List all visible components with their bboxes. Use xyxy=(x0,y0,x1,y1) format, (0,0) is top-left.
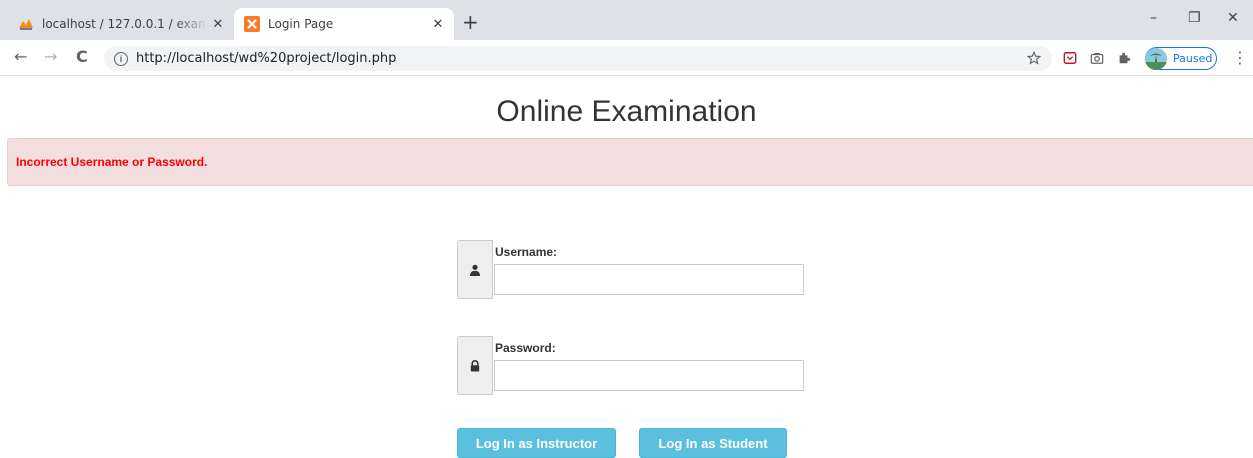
password-label: Password: xyxy=(495,341,556,355)
info-icon[interactable]: i xyxy=(114,51,128,66)
browser-toolbar: ← → C i http://localhost/wd%20project/lo… xyxy=(0,40,1253,76)
browser-tab-bar: localhost / 127.0.0.1 / examination ✕ Lo… xyxy=(0,0,1253,40)
forward-button[interactable]: → xyxy=(44,49,57,65)
restore-button[interactable]: ❐ xyxy=(1188,10,1201,26)
new-tab-button[interactable]: + xyxy=(462,12,479,32)
profile-status: Paused xyxy=(1173,52,1213,65)
profile-button[interactable]: Paused xyxy=(1145,47,1217,70)
lock-icon xyxy=(470,359,480,371)
camera-icon[interactable] xyxy=(1090,51,1104,65)
alert-message: Incorrect Username or Password. xyxy=(16,155,208,169)
tab-title: localhost / 127.0.0.1 / examination xyxy=(42,17,208,31)
extensions-icon[interactable] xyxy=(1117,51,1131,65)
tab-login-page[interactable]: Login Page ✕ xyxy=(234,8,454,40)
window-close-button[interactable]: ✕ xyxy=(1227,10,1239,26)
login-student-button[interactable]: Log In as Student xyxy=(639,428,787,458)
address-bar[interactable]: i http://localhost/wd%20project/login.ph… xyxy=(104,46,1052,71)
username-addon xyxy=(457,240,493,299)
tab-title: Login Page xyxy=(268,17,334,31)
password-addon xyxy=(457,336,493,395)
xampp-icon xyxy=(244,16,260,32)
user-icon xyxy=(469,264,481,276)
address-url[interactable]: http://localhost/wd%20project/login.php xyxy=(136,51,396,66)
avatar xyxy=(1145,47,1167,70)
username-label: Username: xyxy=(495,245,558,259)
star-icon[interactable] xyxy=(1027,51,1041,65)
close-icon[interactable]: ✕ xyxy=(208,17,228,32)
close-icon[interactable]: ✕ xyxy=(428,17,448,32)
back-button[interactable]: ← xyxy=(14,49,27,65)
phpmyadmin-icon xyxy=(19,19,33,30)
username-input[interactable] xyxy=(494,264,804,295)
browser-menu-icon[interactable]: ⋮ xyxy=(1232,48,1248,67)
pocket-icon[interactable] xyxy=(1063,51,1077,65)
tab-phpmyadmin[interactable]: localhost / 127.0.0.1 / examination ✕ xyxy=(8,8,234,40)
reload-button[interactable]: C xyxy=(76,49,88,65)
login-instructor-button[interactable]: Log In as Instructor xyxy=(457,428,616,458)
minimize-button[interactable]: – xyxy=(1150,10,1157,26)
error-alert: Incorrect Username or Password. xyxy=(7,138,1253,186)
password-input[interactable] xyxy=(494,360,804,391)
page-title: Online Examination xyxy=(496,95,757,128)
